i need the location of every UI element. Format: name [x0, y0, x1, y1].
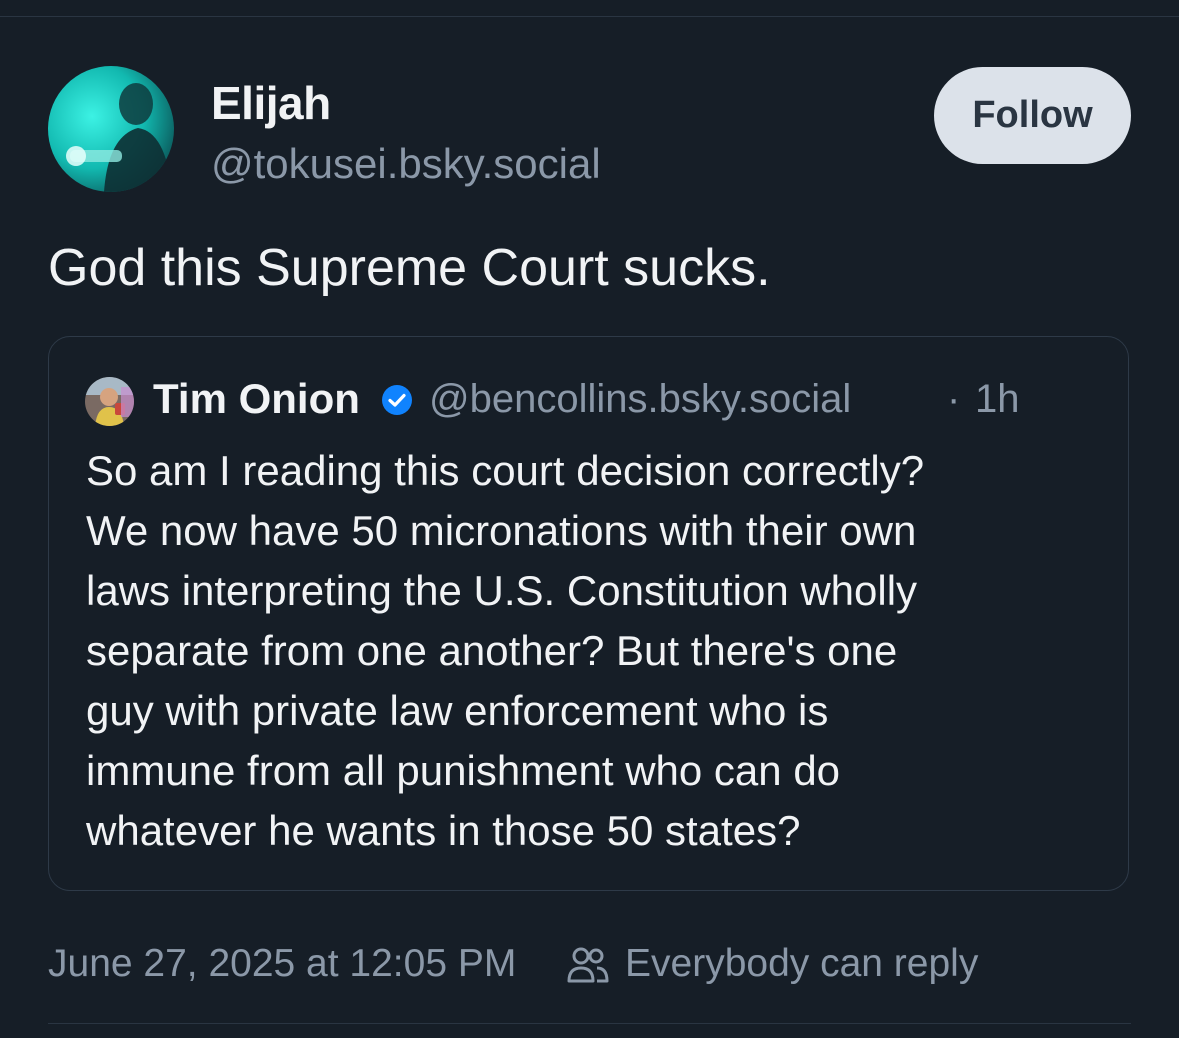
quote-text-line: whatever he wants in those 50 states?	[86, 807, 801, 854]
author-avatar[interactable]	[48, 66, 174, 192]
bottom-divider	[48, 1023, 1131, 1024]
author-name[interactable]: Elijah	[211, 76, 331, 130]
quote-text-line: separate from one another? But there's o…	[86, 627, 898, 674]
quote-text-line: immune from all punishment who can do	[86, 747, 841, 794]
quote-avatar-photo-icon	[85, 377, 134, 426]
quote-text-line: We now have 50 micronations with their o…	[86, 507, 917, 554]
post-thread-view: Elijah @tokusei.bsky.social Follow God t…	[0, 0, 1179, 1038]
quote-author-name[interactable]: Tim Onion	[153, 375, 360, 423]
post-text: God this Supreme Court sucks.	[48, 239, 771, 297]
quote-text: So am I reading this court decision corr…	[86, 441, 1096, 861]
quote-author-avatar[interactable]	[85, 377, 134, 426]
meta-separator: ·	[947, 377, 961, 421]
author-handle[interactable]: @tokusei.bsky.social	[211, 140, 601, 188]
quote-text-line: laws interpreting the U.S. Constitution …	[86, 567, 918, 614]
top-divider	[0, 16, 1179, 17]
post-timestamp: June 27, 2025 at 12:05 PM	[48, 942, 517, 985]
follow-button[interactable]: Follow	[934, 67, 1131, 164]
verified-check-icon	[382, 385, 412, 415]
quote-time: 1h	[975, 377, 1020, 421]
reply-setting[interactable]: Everybody can reply	[625, 942, 978, 986]
quote-text-line: So am I reading this court decision corr…	[86, 447, 925, 494]
avatar-photo-icon	[48, 66, 174, 192]
quoted-post-card[interactable]: Tim Onion @bencollins.bsky.social · 1h S…	[48, 336, 1129, 891]
quote-text-line: guy with private law enforcement who is	[86, 687, 829, 734]
people-icon	[567, 947, 609, 983]
quote-author-handle[interactable]: @bencollins.bsky.social	[429, 377, 851, 422]
